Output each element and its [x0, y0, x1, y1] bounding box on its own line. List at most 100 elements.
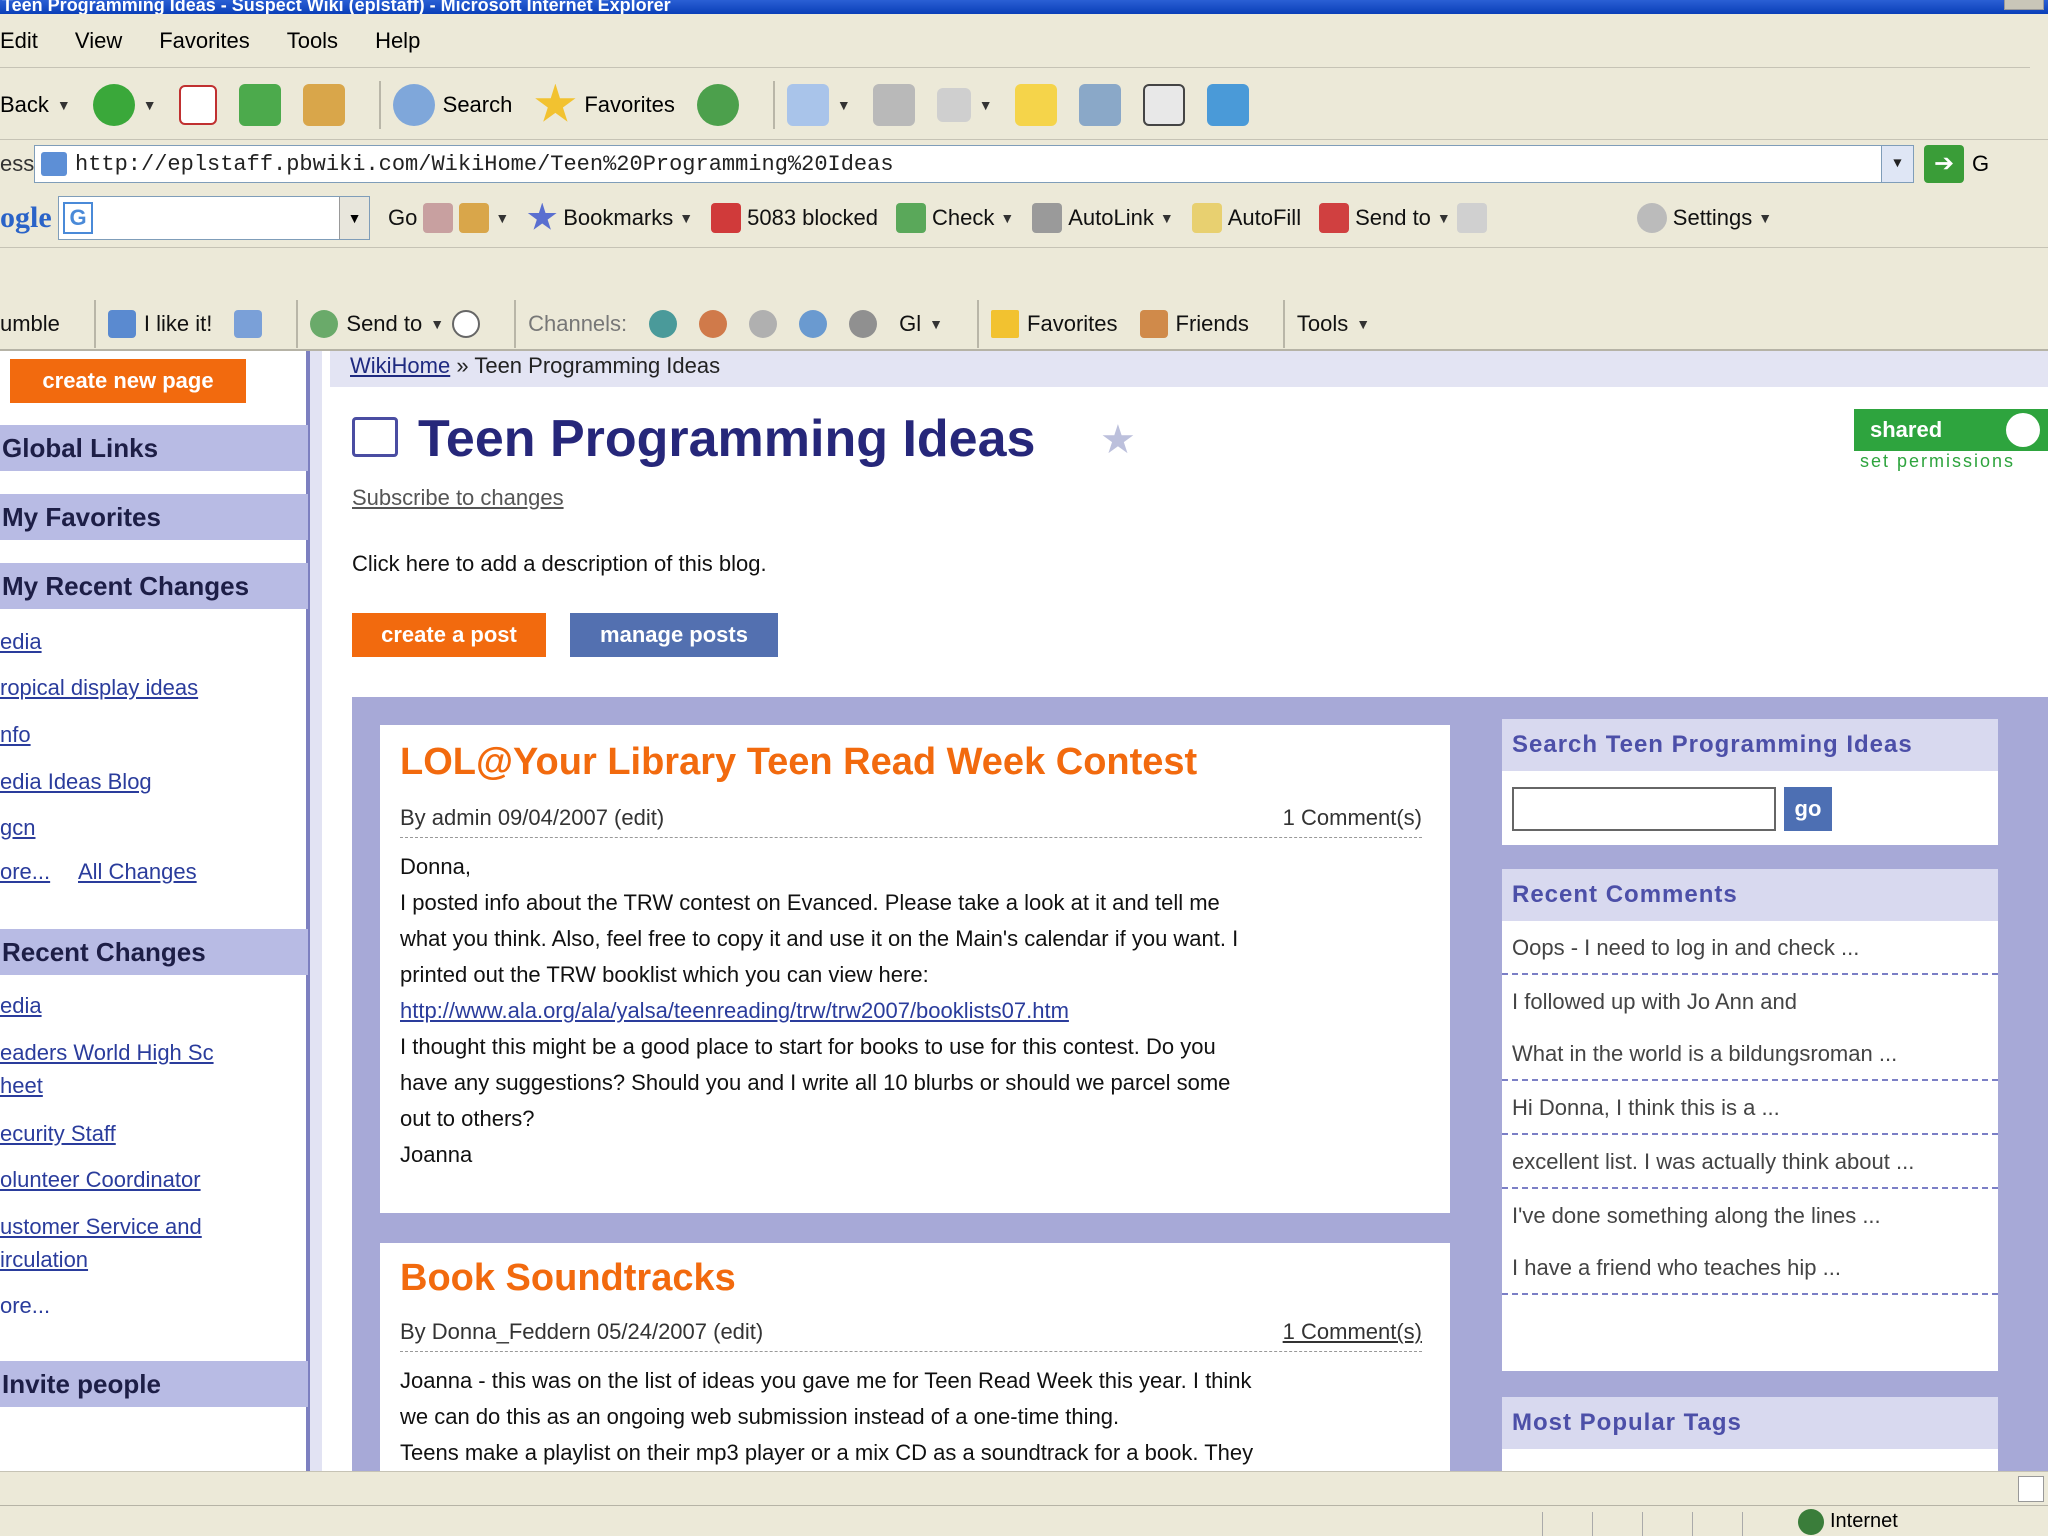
stumble-sendto-button[interactable]: Send to ▼ — [310, 310, 481, 338]
favorites-button[interactable]: Favorites — [534, 83, 675, 126]
recent-more-link[interactable]: ore... — [0, 1293, 50, 1319]
menu-view[interactable]: View — [75, 28, 122, 54]
chevron-down-icon[interactable]: ▼ — [979, 97, 993, 113]
menu-tools[interactable]: Tools — [287, 28, 338, 54]
global-links-header[interactable]: Global Links — [0, 425, 308, 471]
manage-posts-button[interactable]: manage posts — [570, 613, 778, 657]
google-go-button[interactable]: Go ▼ — [388, 202, 509, 233]
chevron-down-icon[interactable]: ▼ — [57, 97, 71, 113]
my-recent-link[interactable]: edia Ideas Blog — [0, 769, 152, 795]
address-input[interactable]: http://eplstaff.pbwiki.com/WikiHome/Teen… — [34, 145, 1914, 183]
recent-comment-link[interactable]: I followed up with Jo Ann and — [1502, 975, 1998, 1027]
menu-favorites[interactable]: Favorites — [159, 28, 249, 54]
subscribe-link[interactable]: Subscribe to changes — [352, 485, 564, 511]
go-label[interactable]: G — [1972, 151, 1989, 177]
recent-change-link[interactable]: heet — [0, 1073, 43, 1099]
create-post-button[interactable]: create a post — [352, 613, 546, 657]
recent-changes-header[interactable]: Recent Changes — [0, 929, 308, 975]
mail-button[interactable]: ▼ — [786, 83, 851, 126]
note-button[interactable] — [1014, 83, 1057, 126]
breadcrumb-home-link[interactable]: WikiHome — [350, 353, 450, 378]
send-to-button[interactable]: Send to ▼ — [1319, 202, 1487, 233]
channel-web-button[interactable] — [649, 310, 678, 338]
shared-badge[interactable]: shared — [1854, 409, 2048, 451]
menu-edit[interactable]: Edit — [0, 28, 38, 54]
post-comments-link[interactable]: 1 Comment(s) — [1283, 1319, 1422, 1345]
channel-link-button[interactable] — [749, 310, 778, 338]
google-search-input[interactable]: G ▼ — [58, 195, 370, 240]
horizontal-scrollbar[interactable] — [0, 1471, 2048, 1505]
set-permissions-link[interactable]: set permissions — [1860, 451, 2015, 472]
recent-change-link[interactable]: edia — [0, 993, 42, 1019]
create-new-page-button[interactable]: create new page — [10, 359, 246, 403]
recent-comment-link[interactable]: Hi Donna, I think this is a ... — [1502, 1081, 1998, 1135]
post-title-link[interactable]: LOL@Your Library Teen Read Week Contest — [400, 741, 1197, 784]
chevron-down-icon[interactable]: ▼ — [1881, 146, 1913, 182]
bookmarks-button[interactable]: Bookmarks ▼ — [527, 202, 693, 233]
refresh-button[interactable] — [238, 83, 281, 126]
recent-comment-link[interactable]: I've done something along the lines ... — [1502, 1189, 1998, 1241]
recent-change-link[interactable]: olunteer Coordinator — [0, 1167, 201, 1193]
post-title-link[interactable]: Book Soundtracks — [400, 1257, 736, 1300]
home-button[interactable] — [302, 83, 345, 126]
recent-comment-link[interactable]: Oops - I need to log in and check ... — [1502, 921, 1998, 975]
post-byline[interactable]: By admin 09/04/2007 (edit) — [400, 805, 664, 830]
channel-people-button[interactable] — [699, 310, 728, 338]
my-recent-more-link[interactable]: ore... — [0, 859, 50, 885]
blog-description[interactable]: Click here to add a description of this … — [352, 551, 767, 577]
recent-change-link[interactable]: ecurity Staff — [0, 1121, 116, 1147]
back-button[interactable]: Back ▼ — [0, 92, 71, 118]
post-link[interactable]: http://www.ala.org/ala/yalsa/teenreading… — [400, 998, 1069, 1023]
channel-video-button[interactable] — [849, 310, 878, 338]
recent-change-link[interactable]: eaders World High Sc — [0, 1040, 214, 1066]
invite-people-header[interactable]: Invite people — [0, 1361, 308, 1407]
my-recent-link[interactable]: nfo — [0, 722, 31, 748]
channel-photo-button[interactable] — [799, 310, 828, 338]
spellcheck-button[interactable]: Check ▼ — [896, 202, 1014, 233]
tool-button[interactable] — [1142, 83, 1185, 126]
stumble-button[interactable]: umble — [0, 311, 60, 337]
recent-comment-link[interactable]: What in the world is a bildungsroman ... — [1502, 1027, 1998, 1081]
research-button[interactable] — [1078, 83, 1121, 126]
go-arrow-button[interactable]: ➔ — [1924, 145, 1964, 183]
my-recent-link[interactable]: gcn — [0, 815, 35, 841]
recent-comment-link[interactable]: I have a friend who teaches hip ... — [1502, 1241, 1998, 1295]
autofill-button[interactable]: AutoFill — [1191, 202, 1301, 233]
chevron-down-icon[interactable]: ▼ — [143, 97, 157, 113]
recent-change-link[interactable]: ustomer Service and — [0, 1214, 202, 1240]
print-button[interactable] — [872, 83, 915, 126]
recent-comment-link[interactable]: excellent list. I was actually think abo… — [1502, 1135, 1998, 1189]
post-byline[interactable]: By Donna_Feddern 05/24/2007 (edit) — [400, 1319, 763, 1344]
menu-help[interactable]: Help — [375, 28, 420, 54]
my-recent-link[interactable]: ropical display ideas — [0, 675, 198, 701]
like-button[interactable]: I like it! — [107, 310, 212, 338]
scrollbar-thumb[interactable] — [2018, 1476, 2044, 1502]
messenger-button[interactable] — [1206, 83, 1249, 126]
stumble-favorites-button[interactable]: Favorites — [991, 310, 1118, 338]
window-close-button[interactable] — [2004, 0, 2044, 10]
stop-button[interactable] — [178, 84, 217, 125]
all-changes-link[interactable]: All Changes — [78, 859, 197, 885]
autolink-button[interactable]: AutoLink ▼ — [1032, 202, 1174, 233]
history-button[interactable] — [696, 83, 739, 126]
chevron-down-icon[interactable]: ▼ — [837, 97, 851, 113]
forward-button[interactable]: ▼ — [92, 83, 157, 126]
chevron-down-icon[interactable]: ▼ — [339, 196, 369, 239]
my-recent-changes-header[interactable]: My Recent Changes — [0, 563, 308, 609]
post-comments-link[interactable]: 1 Comment(s) — [1283, 805, 1422, 831]
edit-button[interactable]: ▼ — [936, 87, 993, 122]
settings-button[interactable]: Settings ▼ — [1636, 202, 1772, 233]
stumble-tools-button[interactable]: Tools ▼ — [1297, 311, 1370, 337]
chevron-down-icon[interactable]: ▼ — [495, 210, 509, 226]
search-button[interactable]: Search — [392, 83, 512, 126]
my-favorites-header[interactable]: My Favorites — [0, 494, 308, 540]
blog-search-input[interactable] — [1512, 787, 1776, 831]
my-recent-link[interactable]: edia — [0, 629, 42, 655]
friends-button[interactable]: Friends — [1139, 310, 1249, 338]
popup-blocker-button[interactable]: 5083 blocked — [711, 202, 878, 233]
favorite-star-icon[interactable]: ★ — [1100, 417, 1136, 463]
search-go-button[interactable]: go — [1784, 787, 1832, 831]
dislike-button[interactable] — [234, 310, 263, 338]
recent-change-link[interactable]: irculation — [0, 1247, 88, 1273]
channel-more-button[interactable]: Gl ▼ — [899, 311, 943, 337]
